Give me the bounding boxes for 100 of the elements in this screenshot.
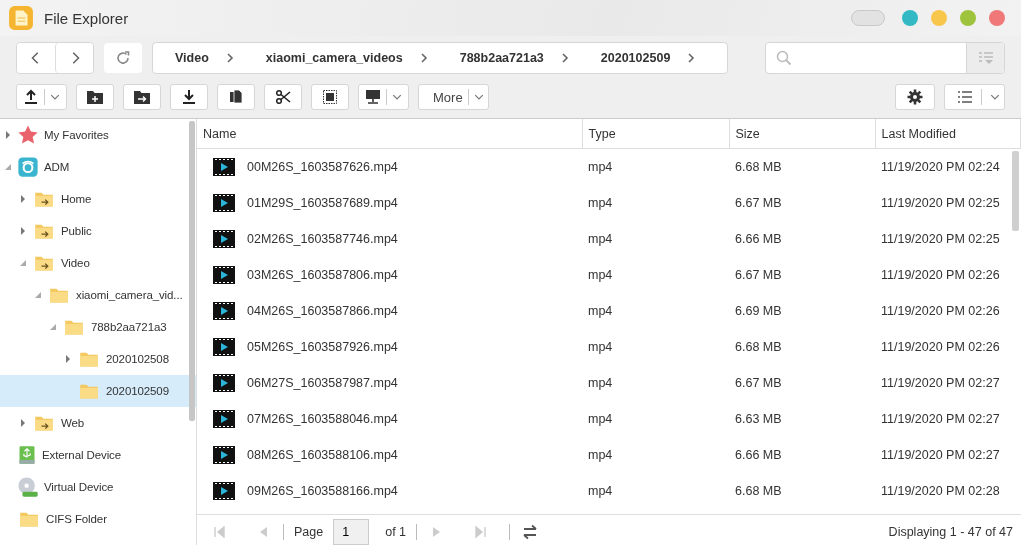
tree-label: Web bbox=[61, 417, 85, 429]
tree-item[interactable]: Public bbox=[0, 215, 196, 247]
video-file-icon bbox=[213, 338, 235, 356]
table-cell: 11/19/2020 PM 02:24 bbox=[881, 160, 1000, 174]
table-cell: 6.68 MB bbox=[735, 160, 782, 174]
file-row[interactable]: 01M29S_1603587689.mp4 mp4 6.67 MB 11/19/2020 PM 02:25 bbox=[197, 185, 1021, 221]
disc-drive-icon bbox=[17, 476, 39, 498]
collapsed-arrow-icon[interactable] bbox=[64, 355, 72, 363]
record-count: Displaying 1 - 47 of 47 bbox=[888, 524, 1013, 539]
table-cell: mp4 bbox=[588, 448, 613, 462]
breadcrumb-item[interactable]: 2020102509 bbox=[600, 51, 671, 65]
filter-button[interactable] bbox=[966, 43, 1004, 73]
tree-item[interactable]: Virtual Device bbox=[0, 471, 196, 503]
tree-item[interactable]: xiaomi_camera_vid... bbox=[0, 279, 196, 311]
file-name: 01M29S_1603587689.mp4 bbox=[247, 196, 398, 210]
file-row[interactable]: 02M26S_1603587746.mp4 mp4 6.66 MB 11/19/2020 PM 02:25 bbox=[197, 221, 1021, 257]
first-page-icon bbox=[213, 524, 225, 539]
file-row[interactable]: 06M27S_1603587987.mp4 mp4 6.67 MB 11/19/2020 PM 02:27 bbox=[197, 365, 1021, 401]
tree-item[interactable]: Web bbox=[0, 407, 196, 439]
table-cell: 11/19/2020 PM 02:26 bbox=[881, 268, 1000, 282]
page-number-field[interactable]: 1 bbox=[333, 518, 370, 545]
upload-button[interactable] bbox=[16, 84, 67, 110]
dropdown-caret-icon bbox=[50, 92, 60, 102]
file-row[interactable]: 00M26S_1603587626.mp4 mp4 6.68 MB 11/19/2020 PM 02:24 bbox=[197, 149, 1021, 185]
tree-item[interactable]: CIFS Folder bbox=[0, 503, 196, 535]
tree-item[interactable]: External Device bbox=[0, 439, 196, 471]
table-cell: 6.66 MB bbox=[735, 448, 782, 462]
table-cell: 11/19/2020 PM 02:27 bbox=[881, 448, 1000, 462]
search-field[interactable] bbox=[765, 42, 1005, 74]
table-cell: mp4 bbox=[588, 160, 613, 174]
settings-icon bbox=[907, 89, 923, 105]
collapsed-arrow-icon[interactable] bbox=[19, 419, 27, 427]
tree-item[interactable]: Home bbox=[0, 183, 196, 215]
table-cell: 11/19/2020 PM 02:28 bbox=[881, 484, 1000, 498]
column-header[interactable]: Size bbox=[729, 119, 875, 149]
chevron-icon bbox=[420, 53, 428, 63]
copy-icon bbox=[228, 89, 244, 105]
file-name: 02M26S_1603587746.mp4 bbox=[247, 232, 398, 246]
expanded-arrow-icon[interactable] bbox=[19, 259, 27, 267]
tree-item[interactable]: 788b2aa721a3 bbox=[0, 311, 196, 343]
cut-button[interactable] bbox=[264, 84, 302, 110]
tree-item[interactable]: 2020102508 bbox=[0, 343, 196, 375]
chevron-icon bbox=[561, 53, 569, 63]
refresh-icon bbox=[115, 50, 131, 66]
settings-button[interactable] bbox=[895, 84, 935, 110]
breadcrumb-item[interactable]: xiaomi_camera_videos bbox=[265, 51, 403, 65]
new-folder-button[interactable] bbox=[76, 84, 114, 110]
maximize-button[interactable] bbox=[960, 10, 976, 26]
column-header[interactable]: Last Modified bbox=[875, 119, 1021, 149]
file-row[interactable]: 04M26S_1603587866.mp4 mp4 6.69 MB 11/19/2020 PM 02:26 bbox=[197, 293, 1021, 329]
breadcrumb-item[interactable]: 788b2aa721a3 bbox=[459, 51, 544, 65]
copy-button[interactable] bbox=[217, 84, 255, 110]
scrollbar[interactable] bbox=[189, 121, 195, 421]
collapsed-arrow-icon[interactable] bbox=[4, 131, 12, 139]
file-row[interactable]: 07M26S_1603588046.mp4 mp4 6.63 MB 11/19/2020 PM 02:27 bbox=[197, 401, 1021, 437]
scrollbar[interactable] bbox=[1012, 151, 1019, 231]
table-cell: mp4 bbox=[588, 412, 613, 426]
expanded-arrow-icon[interactable] bbox=[49, 323, 57, 331]
column-header[interactable]: Name bbox=[197, 119, 582, 149]
file-row[interactable]: 09M26S_1603588166.mp4 mp4 6.68 MB 11/19/2020 PM 02:28 bbox=[197, 473, 1021, 509]
forward-button[interactable] bbox=[55, 43, 93, 73]
more-button[interactable]: More bbox=[418, 84, 489, 110]
network-drive-button[interactable] bbox=[358, 84, 409, 110]
table-cell: mp4 bbox=[588, 376, 613, 390]
video-file-icon bbox=[213, 266, 235, 284]
table-cell: 6.68 MB bbox=[735, 484, 782, 498]
move-to-folder-button[interactable] bbox=[123, 84, 161, 110]
tree-item[interactable]: 2020102509 bbox=[0, 375, 196, 407]
tree-label: External Device bbox=[42, 449, 122, 461]
view-mode-button[interactable] bbox=[944, 84, 1005, 110]
tree-label: 2020102509 bbox=[106, 385, 169, 397]
expanded-arrow-icon[interactable] bbox=[4, 163, 12, 171]
video-file-icon bbox=[213, 446, 235, 464]
tree-item[interactable]: Video bbox=[0, 247, 196, 279]
file-name: 06M27S_1603587987.mp4 bbox=[247, 376, 398, 390]
select-all-button[interactable] bbox=[311, 84, 349, 110]
table-cell: 11/19/2020 PM 02:27 bbox=[881, 376, 1000, 390]
expanded-arrow-icon[interactable] bbox=[34, 291, 42, 299]
column-header[interactable]: Type bbox=[582, 119, 729, 149]
table-cell: 6.67 MB bbox=[735, 376, 782, 390]
tree-label: 788b2aa721a3 bbox=[91, 321, 167, 333]
close-button[interactable] bbox=[989, 10, 1005, 26]
file-row[interactable]: 03M26S_1603587806.mp4 mp4 6.67 MB 11/19/2020 PM 02:26 bbox=[197, 257, 1021, 293]
tree-label: CIFS Folder bbox=[46, 513, 107, 525]
collapsed-arrow-icon[interactable] bbox=[19, 195, 27, 203]
file-row[interactable]: 08M26S_1603588106.mp4 mp4 6.66 MB 11/19/2020 PM 02:27 bbox=[197, 437, 1021, 473]
table-cell: 6.67 MB bbox=[735, 196, 782, 210]
tree-item[interactable]: ADM bbox=[0, 151, 196, 183]
file-row[interactable]: 05M26S_1603587926.mp4 mp4 6.68 MB 11/19/2020 PM 02:26 bbox=[197, 329, 1021, 365]
collapsed-arrow-icon[interactable] bbox=[19, 227, 27, 235]
last-page-icon bbox=[475, 524, 488, 539]
breadcrumb-item[interactable]: Video bbox=[175, 51, 209, 65]
select-all-icon bbox=[322, 89, 338, 105]
minimize-button[interactable] bbox=[931, 10, 947, 26]
tree-label: Video bbox=[61, 257, 90, 269]
tree-label: Home bbox=[61, 193, 92, 205]
tree-item[interactable]: My Favorites bbox=[0, 119, 196, 151]
window-menu-button[interactable] bbox=[851, 10, 885, 26]
window-control-dot[interactable] bbox=[902, 10, 918, 26]
download-button[interactable] bbox=[170, 84, 208, 110]
